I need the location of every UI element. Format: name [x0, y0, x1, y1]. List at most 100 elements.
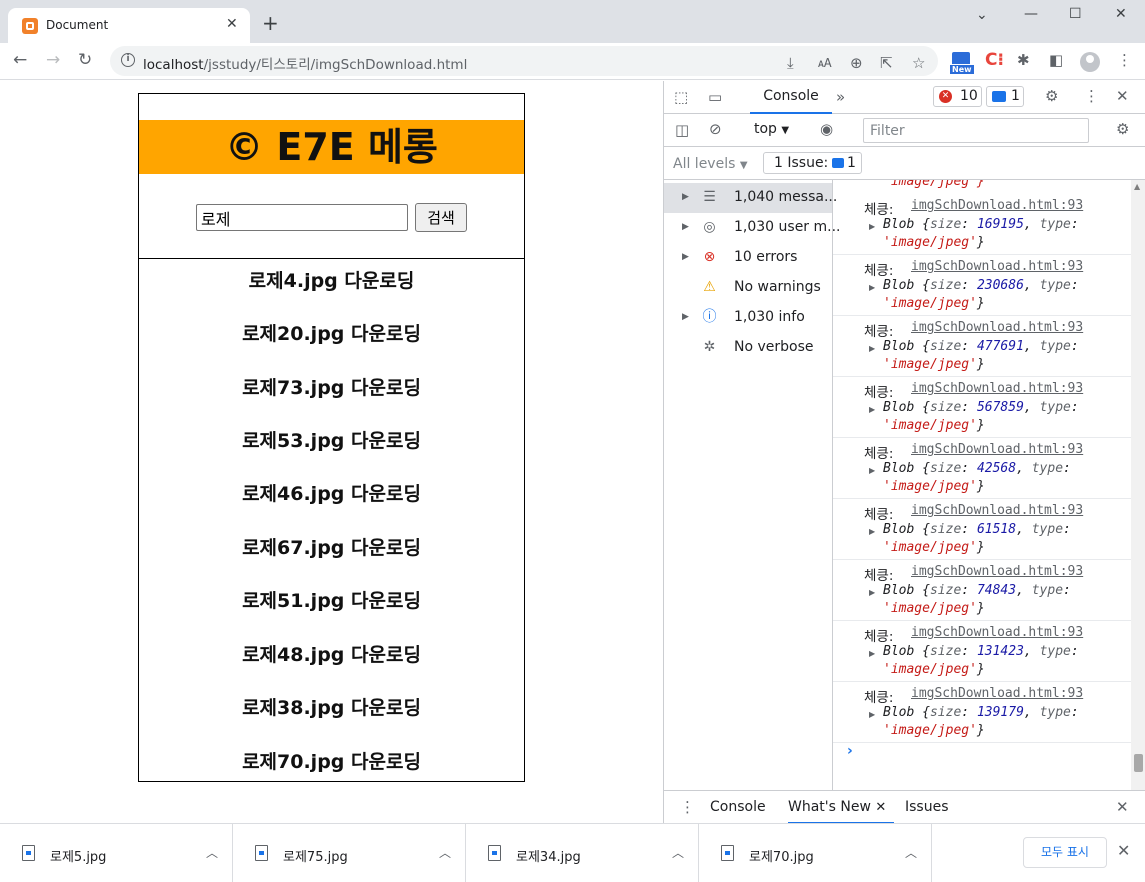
context-select[interactable]: top ▼ — [754, 121, 789, 137]
drawer-tab-whats-new[interactable]: What's New ✕ — [788, 791, 894, 824]
clear-console-icon[interactable]: ⊘ — [709, 120, 722, 138]
share-icon[interactable]: ⇱ — [880, 55, 893, 71]
chevron-up-icon[interactable]: ︿ — [672, 844, 684, 861]
settings-gear-icon[interactable]: ⚙ — [1045, 87, 1058, 105]
profile-avatar[interactable] — [1080, 52, 1100, 72]
drawer-menu-icon[interactable]: ⋮ — [680, 798, 695, 816]
log-entry[interactable]: 체킁: imgSchDownload.html:93 ▶ Blob {size: 23… — [833, 255, 1131, 316]
issue-chat-icon — [832, 158, 844, 168]
expand-arrow-icon[interactable]: ▶ — [869, 588, 875, 597]
filter-input[interactable]: Filter — [863, 118, 1089, 143]
expand-arrow-icon[interactable]: ▶ — [869, 222, 875, 231]
scroll-thumb[interactable] — [1134, 754, 1143, 772]
log-entry[interactable]: 체킁: imgSchDownload.html:93 ▶ Blob {size: 13… — [833, 621, 1131, 682]
drawer-tab-console[interactable]: Console — [710, 791, 766, 824]
console-settings-gear-icon[interactable]: ⚙ — [1116, 120, 1129, 138]
log-source-link[interactable]: imgSchDownload.html:93 — [911, 503, 1083, 518]
device-toolbar-icon[interactable]: ▭ — [708, 88, 722, 106]
issue-count-badge[interactable]: 1 — [986, 86, 1024, 107]
error-count-badge[interactable]: ✕ 10 — [933, 86, 982, 107]
log-source-link[interactable]: imgSchDownload.html:93 — [911, 198, 1083, 213]
sidebar-toggle-icon[interactable]: ◫ — [675, 121, 689, 139]
download-item[interactable]: 로제75.jpg ︿ — [233, 824, 466, 882]
url-text[interactable]: localhost/jsstudy/티스토리/imgSchDownload.ht… — [143, 53, 467, 73]
sidebar-item-verbose[interactable]: ✲ No verbose — [664, 333, 832, 363]
minimize-icon[interactable]: — — [1024, 6, 1038, 22]
log-entry[interactable]: 체킁: imgSchDownload.html:93 ▶ Blob {size: 42… — [833, 438, 1131, 499]
drawer-tab-issues[interactable]: Issues — [905, 791, 949, 824]
log-entry[interactable]: 체킁: imgSchDownload.html:93 ▶ Blob {size: 74… — [833, 560, 1131, 621]
download-item[interactable]: 로제70.jpg ︿ — [699, 824, 932, 882]
log-source-link[interactable]: imgSchDownload.html:93 — [911, 442, 1083, 457]
drawer-close-icon[interactable]: ✕ — [1116, 798, 1129, 816]
sidebar-item-warnings[interactable]: ⚠ No warnings — [664, 273, 832, 303]
download-item[interactable]: 로제5.jpg ︿ — [0, 824, 233, 882]
search-input[interactable] — [196, 204, 408, 231]
side-panel-icon[interactable]: ◧ — [1049, 52, 1063, 68]
zoom-icon[interactable]: ⊕ — [850, 55, 863, 71]
log-source-link[interactable]: imgSchDownload.html:93 — [911, 259, 1083, 274]
expand-arrow-icon[interactable]: ▶ — [869, 344, 875, 353]
log-source-link[interactable]: imgSchDownload.html:93 — [911, 686, 1083, 701]
log-source-link[interactable]: imgSchDownload.html:93 — [911, 625, 1083, 640]
close-tab-icon[interactable]: ✕ — [875, 800, 886, 815]
devtools-close-icon[interactable]: ✕ — [1116, 87, 1129, 105]
log-levels-select[interactable]: All levels ▼ — [673, 156, 748, 172]
log-source-link[interactable]: imgSchDownload.html:93 — [911, 381, 1083, 396]
browser-tab[interactable]: Document ✕ — [8, 8, 250, 43]
blob-type: 'image/jpeg' — [883, 540, 977, 555]
log-entry[interactable]: 체킁: imgSchDownload.html:93 ▶ Blob {size: 13… — [833, 682, 1131, 743]
extension-c-icon[interactable]: C⁝ — [985, 50, 1004, 70]
chevron-up-icon[interactable]: ︿ — [206, 844, 218, 861]
install-download-icon[interactable]: ⤓ — [787, 55, 794, 71]
sidebar-item-info[interactable]: ▶ ⓘ 1,030 info — [664, 303, 832, 333]
search-button[interactable]: 검색 — [415, 203, 467, 232]
sidebar-item-errors[interactable]: ▶ ⊗ 10 errors — [664, 243, 832, 273]
tab-search-chevron-icon[interactable]: ⌄ — [976, 7, 988, 23]
downloads-close-icon[interactable]: ✕ — [1117, 841, 1130, 860]
log-entry[interactable]: 체킁: imgSchDownload.html:93 ▶ Blob {size: 56… — [833, 377, 1131, 438]
expand-arrow-icon[interactable]: ▶ — [869, 710, 875, 719]
log-entry[interactable]: 체킁: imgSchDownload.html:93 ▶ Blob {size: 61… — [833, 499, 1131, 560]
new-tab-icon[interactable]: + — [262, 13, 279, 33]
devtools-menu-icon[interactable]: ⋮ — [1084, 87, 1099, 105]
console-prompt-icon[interactable]: › — [847, 743, 853, 759]
log-entry[interactable]: 체킁: imgSchDownload.html:93 ▶ Blob {size: 16… — [833, 194, 1131, 255]
sidebar-item-messages[interactable]: ▶ ☰ 1,040 messa... — [664, 183, 837, 213]
result-item: 로제20.jpg 다운로딩 — [242, 323, 421, 345]
inspect-element-icon[interactable]: ⬚ — [674, 88, 688, 106]
expand-arrow-icon[interactable]: ▶ — [869, 527, 875, 536]
more-tabs-icon[interactable]: » — [836, 88, 845, 106]
url-path: /jsstudy/티스토리/imgSchDownload.html — [203, 57, 468, 73]
back-icon[interactable]: ← — [13, 51, 27, 69]
chevron-up-icon[interactable]: ︿ — [905, 844, 917, 861]
scroll-up-icon[interactable]: ▲ — [1134, 182, 1140, 191]
log-entry[interactable]: 체킁: imgSchDownload.html:93 ▶ Blob {size: 47… — [833, 316, 1131, 377]
issues-chip[interactable]: 1 Issue: 1 — [763, 152, 862, 174]
window-close-icon[interactable]: ✕ — [1115, 6, 1127, 22]
live-expression-eye-icon[interactable]: ◉ — [820, 120, 833, 138]
log-source-link[interactable]: imgSchDownload.html:93 — [911, 564, 1083, 579]
translate-icon[interactable]: 🗚 — [818, 55, 832, 71]
extensions-puzzle-icon[interactable]: ✱ — [1017, 52, 1030, 68]
show-all-button[interactable]: 모두 표시 — [1023, 837, 1107, 868]
chevron-up-icon[interactable]: ︿ — [439, 844, 451, 861]
extension-new-icon[interactable]: New — [949, 52, 975, 75]
site-info-icon[interactable]: i — [121, 53, 135, 67]
chrome-menu-icon[interactable]: ⋮ — [1117, 52, 1132, 68]
expand-arrow-icon[interactable]: ▶ — [869, 405, 875, 414]
reload-icon[interactable]: ↻ — [78, 51, 92, 69]
tab-close-icon[interactable]: ✕ — [226, 16, 238, 32]
expand-arrow-icon[interactable]: ▶ — [869, 649, 875, 658]
tab-console[interactable]: Console — [750, 81, 832, 114]
forward-icon[interactable]: → — [46, 51, 60, 69]
expand-arrow-icon[interactable]: ▶ — [869, 283, 875, 292]
bookmark-star-icon[interactable]: ☆ — [912, 55, 925, 71]
log-source-link[interactable]: imgSchDownload.html:93 — [911, 320, 1083, 335]
address-bar[interactable]: i localhost/jsstudy/티스토리/imgSchDownload.… — [110, 46, 938, 76]
maximize-icon[interactable]: ☐ — [1069, 6, 1082, 22]
console-scrollbar[interactable]: ▲ — [1131, 180, 1145, 790]
download-item[interactable]: 로제34.jpg ︿ — [466, 824, 699, 882]
expand-arrow-icon[interactable]: ▶ — [869, 466, 875, 475]
sidebar-item-user-messages[interactable]: ▶ ◎ 1,030 user m... — [664, 213, 841, 243]
